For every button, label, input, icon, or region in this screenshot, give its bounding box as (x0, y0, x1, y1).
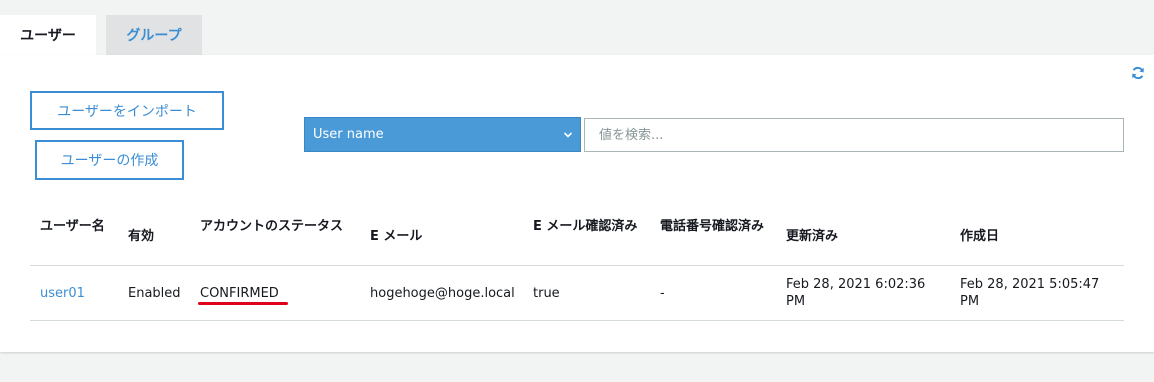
column-header-status[interactable]: アカウントのステータス (200, 218, 350, 235)
column-header-updated[interactable]: 更新済み (786, 228, 838, 245)
table-header-divider (30, 265, 1124, 266)
created-cell: Feb 28, 2021 5:05:47 PM (960, 277, 1100, 309)
refresh-icon[interactable] (1131, 66, 1145, 80)
column-header-email-verified[interactable]: E メール確認済み (533, 218, 643, 235)
enabled-cell: Enabled (128, 286, 181, 301)
tab-users[interactable]: ユーザー (0, 15, 96, 55)
email-cell: hogehoge@hoge.local (370, 286, 515, 301)
column-header-username[interactable]: ユーザー名 (40, 218, 110, 235)
search-input[interactable] (584, 118, 1124, 152)
column-header-created[interactable]: 作成日 (960, 228, 999, 245)
column-header-enabled[interactable]: 有効 (128, 228, 154, 245)
table-bottom-divider (30, 320, 1124, 321)
red-underline-annotation (198, 302, 288, 305)
tab-groups[interactable]: グループ (106, 15, 202, 55)
status-cell: CONFIRMED (200, 286, 279, 301)
import-users-button[interactable]: ユーザーをインポート (30, 91, 224, 130)
chevron-down-icon (563, 132, 573, 138)
phone-verified-cell: - (660, 286, 665, 301)
column-header-phone-verified[interactable]: 電話番号確認済み (660, 218, 772, 235)
username-link[interactable]: user01 (40, 285, 85, 302)
attribute-select[interactable]: User name (304, 117, 581, 152)
tab-bar: ユーザー グループ (0, 15, 202, 55)
create-user-button[interactable]: ユーザーの作成 (35, 140, 184, 180)
attribute-select-value: User name (313, 127, 384, 142)
email-verified-cell: true (533, 286, 560, 301)
column-header-email[interactable]: E メール (370, 228, 422, 245)
updated-cell: Feb 28, 2021 6:02:36 PM (786, 277, 926, 309)
